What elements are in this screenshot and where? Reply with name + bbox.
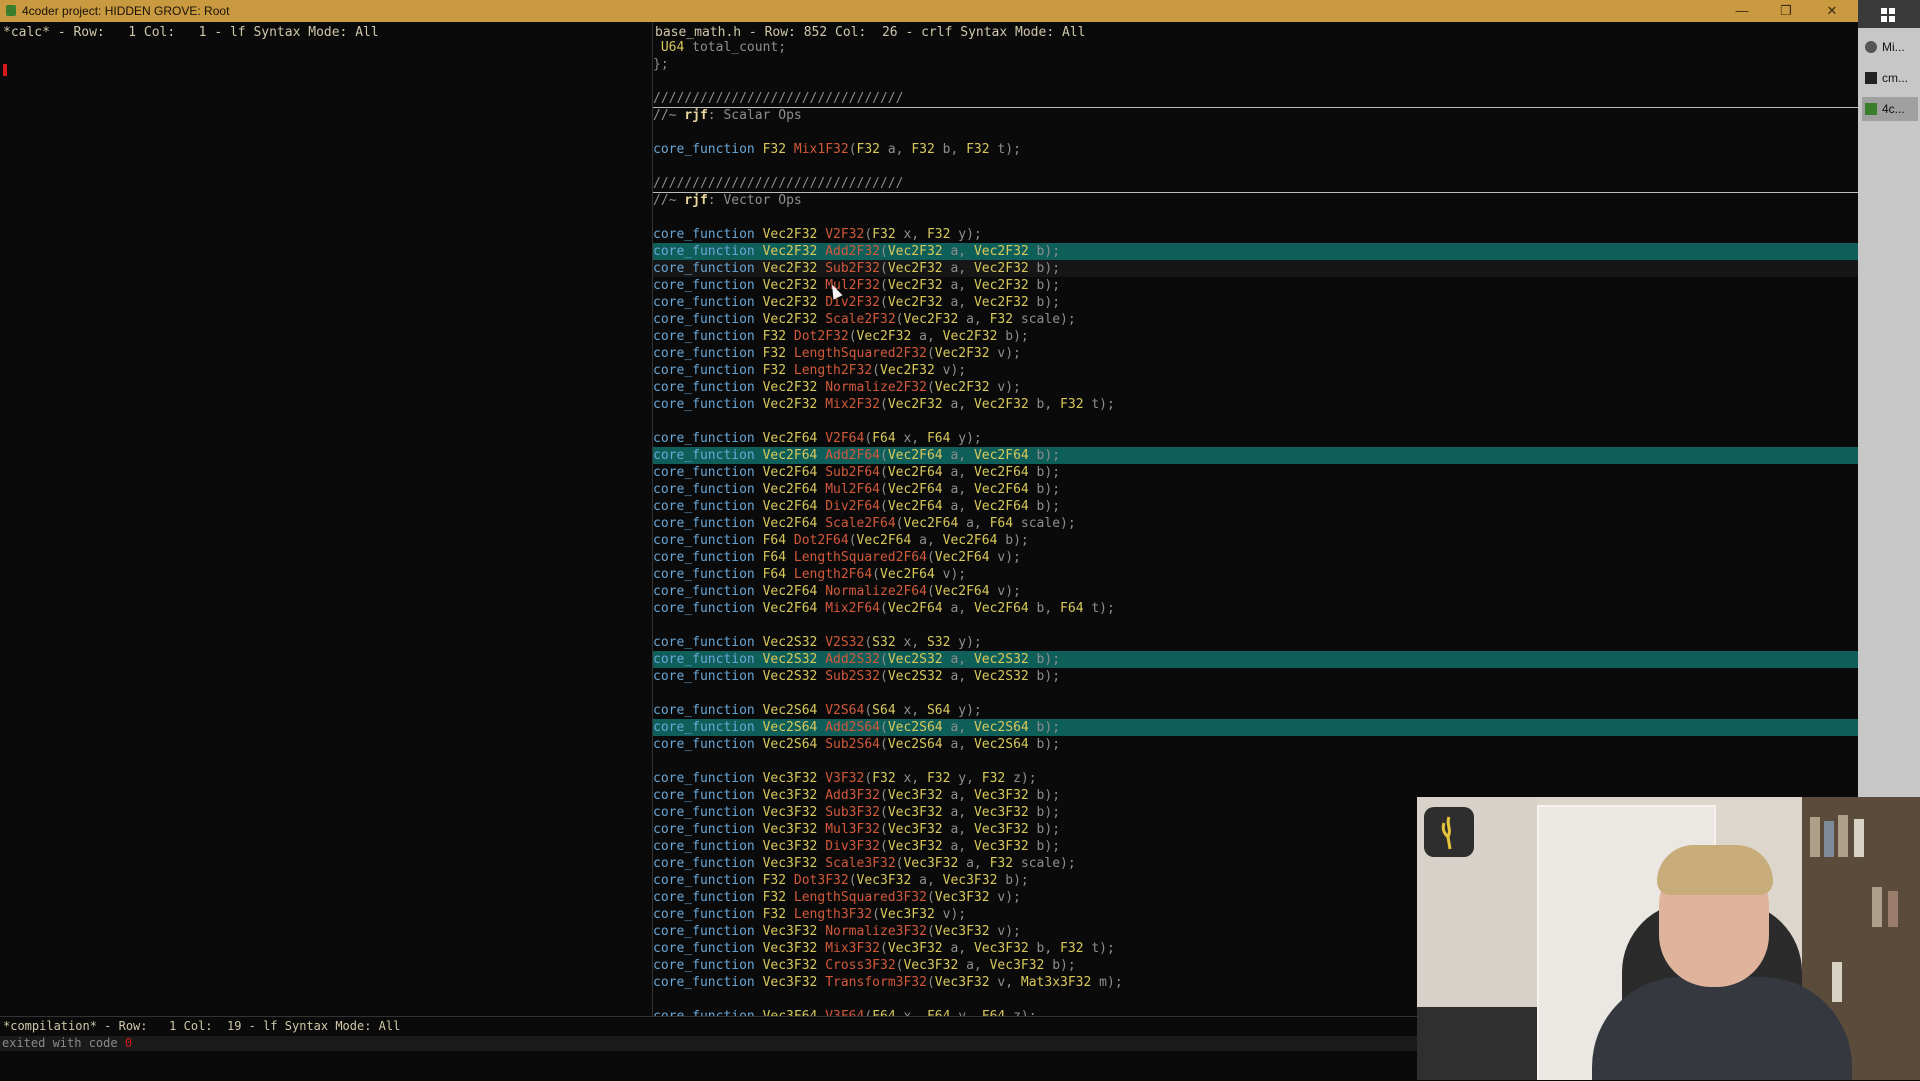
close-button[interactable]: ✕: [1814, 0, 1850, 22]
code-line[interactable]: core_function F32 Length3F32(Vec3F32 v);: [653, 906, 966, 923]
code-line[interactable]: core_function F64 Length2F64(Vec2F64 v);: [653, 566, 966, 583]
code-line[interactable]: //~ rjf: Vector Ops: [653, 192, 802, 209]
code-line[interactable]: core_function F32 Length2F32(Vec2F32 v);: [653, 362, 966, 379]
code-line[interactable]: core_function Vec3F32 Div3F32(Vec3F32 a,…: [653, 838, 1060, 855]
code-line[interactable]: core_function Vec3F32 Add3F32(Vec3F32 a,…: [653, 787, 1060, 804]
section-divider: [653, 107, 1858, 108]
4coder-app-icon: [6, 5, 16, 16]
webcam-overlay: [1417, 797, 1920, 1080]
compilation-filebar: *compilation* - Row: 1 Col: 19 - lf Synt…: [3, 1019, 401, 1033]
code-line[interactable]: core_function Vec3F32 Cross3F32(Vec3F32 …: [653, 957, 1076, 974]
code-line[interactable]: core_function Vec2F64 Add2F64(Vec2F64 a,…: [653, 447, 1858, 464]
left-filebar: *calc* - Row: 1 Col: 1 - lf Syntax Mode:…: [3, 25, 379, 40]
code-line[interactable]: core_function Vec2S64 V2S64(S64 x, S64 y…: [653, 702, 982, 719]
code-line[interactable]: core_function F64 LengthSquared2F64(Vec2…: [653, 549, 1021, 566]
maximize-button[interactable]: ❐: [1768, 0, 1804, 22]
webcam-person-shirt: [1592, 977, 1852, 1080]
windows-logo-icon[interactable]: [1881, 8, 1895, 22]
taskbar-item-label: cm...: [1882, 71, 1908, 85]
code-line[interactable]: core_function Vec2S64 Add2S64(Vec2S64 a,…: [653, 719, 1858, 736]
code-line[interactable]: core_function Vec2F32 Normalize2F32(Vec2…: [653, 379, 1021, 396]
code-line[interactable]: core_function Vec2S64 Sub2S64(Vec2S64 a,…: [653, 736, 1060, 753]
code-line[interactable]: core_function F32 LengthSquared3F32(Vec3…: [653, 889, 1021, 906]
left-editor-panel[interactable]: *calc* - Row: 1 Col: 1 - lf Syntax Mode:…: [0, 22, 653, 1016]
code-line[interactable]: ////////////////////////////////: [653, 175, 903, 192]
code-line[interactable]: core_function Vec3F32 V3F32(F32 x, F32 y…: [653, 770, 1037, 787]
chrome-icon: [1865, 41, 1877, 53]
code-line[interactable]: core_function F64 Dot2F64(Vec2F64 a, Vec…: [653, 532, 1029, 549]
webcam-desk: [1417, 1007, 1537, 1080]
code-line[interactable]: core_function Vec2F64 Mix2F64(Vec2F64 a,…: [653, 600, 1115, 617]
code-line[interactable]: //~ rjf: Scalar Ops: [653, 107, 802, 124]
code-line[interactable]: core_function Vec2S32 Sub2S32(Vec2S32 a,…: [653, 668, 1060, 685]
code-line[interactable]: core_function Vec3F32 Mul3F32(Vec3F32 a,…: [653, 821, 1060, 838]
taskbar-item-4coder[interactable]: 4c...: [1862, 97, 1918, 121]
code-line[interactable]: core_function Vec2F64 Scale2F64(Vec2F64 …: [653, 515, 1076, 532]
minimize-button[interactable]: —: [1724, 0, 1760, 22]
code-line[interactable]: core_function Vec2F64 Sub2F64(Vec2F64 a,…: [653, 464, 1060, 481]
taskbar-item-label: Mi...: [1882, 40, 1905, 54]
code-line[interactable]: core_function Vec2F32 Scale2F32(Vec2F32 …: [653, 311, 1076, 328]
code-line[interactable]: };: [653, 56, 669, 73]
exit-code: 0: [124, 1036, 133, 1050]
code-line[interactable]: core_function Vec3F32 Sub3F32(Vec3F32 a,…: [653, 804, 1060, 821]
code-line[interactable]: ////////////////////////////////: [653, 90, 903, 107]
4coder-icon: [1865, 103, 1877, 115]
window-title: 4coder project: HIDDEN GROVE: Root: [22, 4, 230, 18]
compilation-output: exited with code 0: [0, 1036, 1422, 1051]
compilation-message: exited with code: [2, 1036, 125, 1050]
streamer-logo-icon: [1424, 807, 1474, 857]
code-line[interactable]: U64 total_count;: [653, 39, 786, 56]
code-line[interactable]: core_function F32 Dot3F32(Vec3F32 a, Vec…: [653, 872, 1029, 889]
code-line[interactable]: core_function Vec2S32 Add2S32(Vec2S32 a,…: [653, 651, 1858, 668]
code-line[interactable]: core_function Vec2F64 Mul2F64(Vec2F64 a,…: [653, 481, 1060, 498]
code-line[interactable]: core_function Vec3F32 Transform3F32(Vec3…: [653, 974, 1123, 991]
code-line[interactable]: core_function Vec2S32 V2S32(S32 x, S32 y…: [653, 634, 982, 651]
code-line[interactable]: core_function F32 LengthSquared2F32(Vec2…: [653, 345, 1021, 362]
code-line[interactable]: core_function F32 Mix1F32(F32 a, F32 b, …: [653, 141, 1021, 158]
code-line[interactable]: core_function Vec2F32 Add2F32(Vec2F32 a,…: [653, 243, 1858, 260]
taskbar-item-chrome[interactable]: Mi...: [1862, 35, 1918, 59]
window-titlebar[interactable]: 4coder project: HIDDEN GROVE: Root — ❐ ✕: [0, 0, 1858, 22]
webcam-person-hair: [1657, 845, 1773, 895]
code-line[interactable]: core_function Vec2F32 Mix2F32(Vec2F32 a,…: [653, 396, 1115, 413]
terminal-icon: [1865, 72, 1877, 84]
taskbar-item-label: 4c...: [1882, 102, 1905, 116]
taskbar-item-cmd[interactable]: cm...: [1862, 66, 1918, 90]
code-line[interactable]: core_function Vec2F32 Mul2F32(Vec2F32 a,…: [653, 277, 1060, 294]
taskbar-start[interactable]: [1858, 0, 1920, 28]
code-line[interactable]: core_function Vec2F64 Div2F64(Vec2F64 a,…: [653, 498, 1060, 515]
code-line[interactable]: core_function Vec2F32 V2F32(F32 x, F32 y…: [653, 226, 982, 243]
code-line[interactable]: core_function Vec3F32 Normalize3F32(Vec3…: [653, 923, 1021, 940]
code-line[interactable]: core_function Vec2F32 Div2F32(Vec2F32 a,…: [653, 294, 1060, 311]
code-line[interactable]: core_function Vec2F64 Normalize2F64(Vec2…: [653, 583, 1021, 600]
section-divider: [653, 192, 1858, 193]
text-cursor: [3, 64, 7, 76]
code-line[interactable]: core_function Vec2F32 Sub2F32(Vec2F32 a,…: [653, 260, 1858, 277]
code-line[interactable]: core_function Vec2F64 V2F64(F64 x, F64 y…: [653, 430, 982, 447]
code-line[interactable]: core_function F32 Dot2F32(Vec2F32 a, Vec…: [653, 328, 1029, 345]
code-line[interactable]: core_function Vec3F32 Mix3F32(Vec3F32 a,…: [653, 940, 1115, 957]
code-line[interactable]: core_function Vec3F32 Scale3F32(Vec3F32 …: [653, 855, 1076, 872]
